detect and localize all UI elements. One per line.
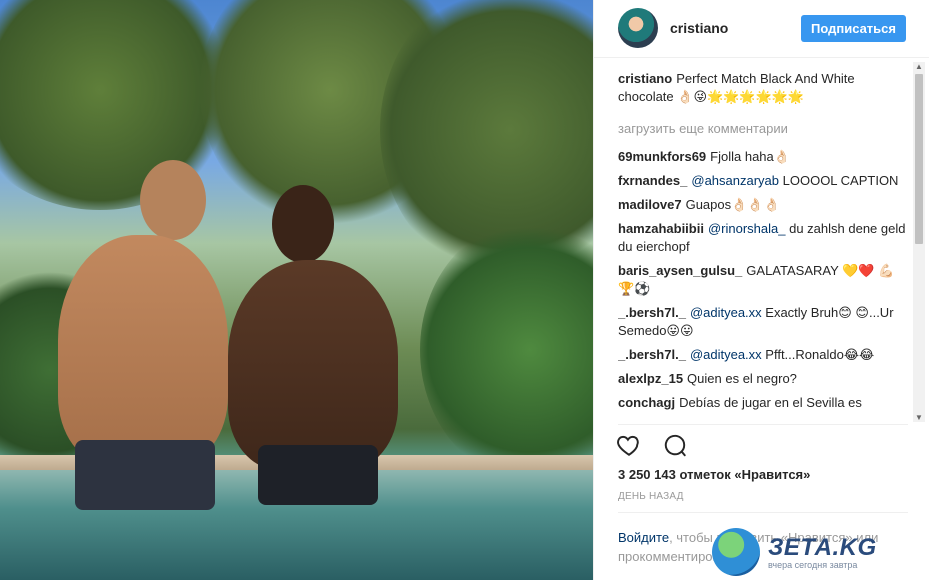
login-link[interactable]: Войдите — [618, 530, 669, 545]
comments-list: cristiano Perfect Match Black And White c… — [618, 70, 908, 426]
load-more-comments[interactable]: загрузить еще комментарии — [618, 120, 908, 138]
globe-logo-icon — [712, 528, 760, 576]
post-panel: cristiano Подписаться cristiano Perfect M… — [593, 0, 929, 580]
post-time: день назад — [618, 491, 684, 502]
list-item: fxrnandes_ @ahsanzaryab LOOOOL CAPTION — [618, 172, 908, 190]
list-item: _.bersh7l._ @adityea.xx Exactly Bruh😊 😊..… — [618, 304, 908, 340]
comment-username[interactable]: conchagj — [618, 395, 675, 410]
list-item: conchagj Debías de jugar en el Sevilla es — [618, 394, 908, 412]
list-item: _.bersh7l._ @adityea.xx Pfft...Ronaldo😂😂 — [618, 346, 908, 364]
watermark: ЗЕТА.KG вчера сегодня завтра — [712, 528, 927, 576]
comment-username[interactable]: baris_aysen_gulsu_ — [618, 263, 742, 278]
comment-mention[interactable]: @adityea.xx — [690, 305, 762, 320]
caption-username[interactable]: cristiano — [618, 71, 672, 86]
list-item: hamzahabiibii @rinorshala_ du zahlsh dene… — [618, 220, 908, 256]
follow-button[interactable]: Подписаться — [800, 14, 906, 42]
comment-username[interactable]: fxrnandes_ — [618, 173, 687, 188]
comment-username[interactable]: _.bersh7l._ — [618, 347, 686, 362]
comment-username[interactable]: _.bersh7l._ — [618, 305, 686, 320]
comment-username[interactable]: 69munkfors69 — [618, 149, 706, 164]
watermark-title: ЗЕТА.KG — [768, 534, 877, 561]
list-item: baris_aysen_gulsu_ GALATASARAY 💛❤️ 💪🏻🏆⚽ — [618, 262, 908, 298]
post-header: cristiano Подписаться — [594, 0, 929, 56]
comment-icon[interactable] — [662, 432, 690, 460]
list-item: alexlpz_15 Quien es el negro? — [618, 370, 908, 388]
list-item: madilove7 Guapos👌🏻👌🏻👌🏻 — [618, 196, 908, 214]
post-username[interactable]: cristiano — [670, 20, 801, 36]
scrollbar-thumb[interactable] — [915, 74, 923, 244]
list-item: 69munkfors69 Fjolla haha👌🏻 — [618, 148, 908, 166]
comment-mention[interactable]: @rinorshala_ — [708, 221, 786, 236]
scroll-down-arrow-icon[interactable]: ▼ — [915, 413, 923, 422]
comments-scrollbar[interactable]: ▲ ▼ — [913, 62, 925, 422]
comment-text: LOOOOL CAPTION — [779, 173, 899, 188]
header-divider — [594, 57, 929, 58]
comment-username[interactable]: alexlpz_15 — [618, 371, 683, 386]
comment-text: Guapos👌🏻👌🏻👌🏻 — [685, 197, 780, 212]
likes-count[interactable]: 3 250 143 отметок «Нравится» — [618, 467, 810, 482]
post-photo[interactable] — [0, 0, 593, 580]
avatar[interactable] — [618, 8, 658, 48]
comment-mention[interactable]: @ahsanzaryab — [691, 173, 779, 188]
comment-text: Pfft...Ronaldo😂😂 — [761, 347, 875, 362]
login-divider — [618, 512, 908, 513]
actions-divider — [618, 424, 908, 425]
comment-username[interactable]: hamzahabiibii — [618, 221, 704, 236]
watermark-text: ЗЕТА.KG вчера сегодня завтра — [768, 534, 877, 570]
comment-text: Fjolla haha👌🏻 — [710, 149, 790, 164]
comment-username[interactable]: madilove7 — [618, 197, 682, 212]
comment-mention[interactable]: @adityea.xx — [690, 347, 762, 362]
comment-text: Debías de jugar en el Sevilla es — [679, 395, 862, 410]
comment-text: Quien es el negro? — [687, 371, 797, 386]
post-actions — [616, 432, 690, 460]
caption: cristiano Perfect Match Black And White c… — [618, 70, 908, 106]
scroll-up-arrow-icon[interactable]: ▲ — [915, 62, 923, 71]
heart-icon[interactable] — [616, 432, 644, 460]
